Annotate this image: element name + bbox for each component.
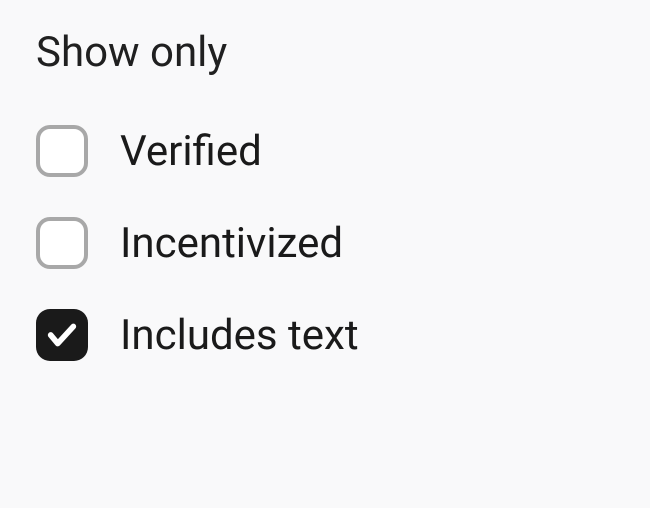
section-title: Show only — [36, 28, 614, 77]
checkbox-row-includes-text[interactable]: Includes text — [36, 309, 614, 361]
checkbox-verified[interactable] — [36, 125, 88, 177]
checkbox-label-incentivized: Incentivized — [120, 219, 343, 268]
checkbox-list: Verified Incentivized Includes text — [36, 125, 614, 361]
checkbox-label-includes-text: Includes text — [120, 311, 359, 360]
checkmark-icon — [45, 318, 79, 352]
checkbox-incentivized[interactable] — [36, 217, 88, 269]
checkbox-row-incentivized[interactable]: Incentivized — [36, 217, 614, 269]
checkbox-row-verified[interactable]: Verified — [36, 125, 614, 177]
checkbox-includes-text[interactable] — [36, 309, 88, 361]
checkbox-label-verified: Verified — [120, 127, 262, 176]
